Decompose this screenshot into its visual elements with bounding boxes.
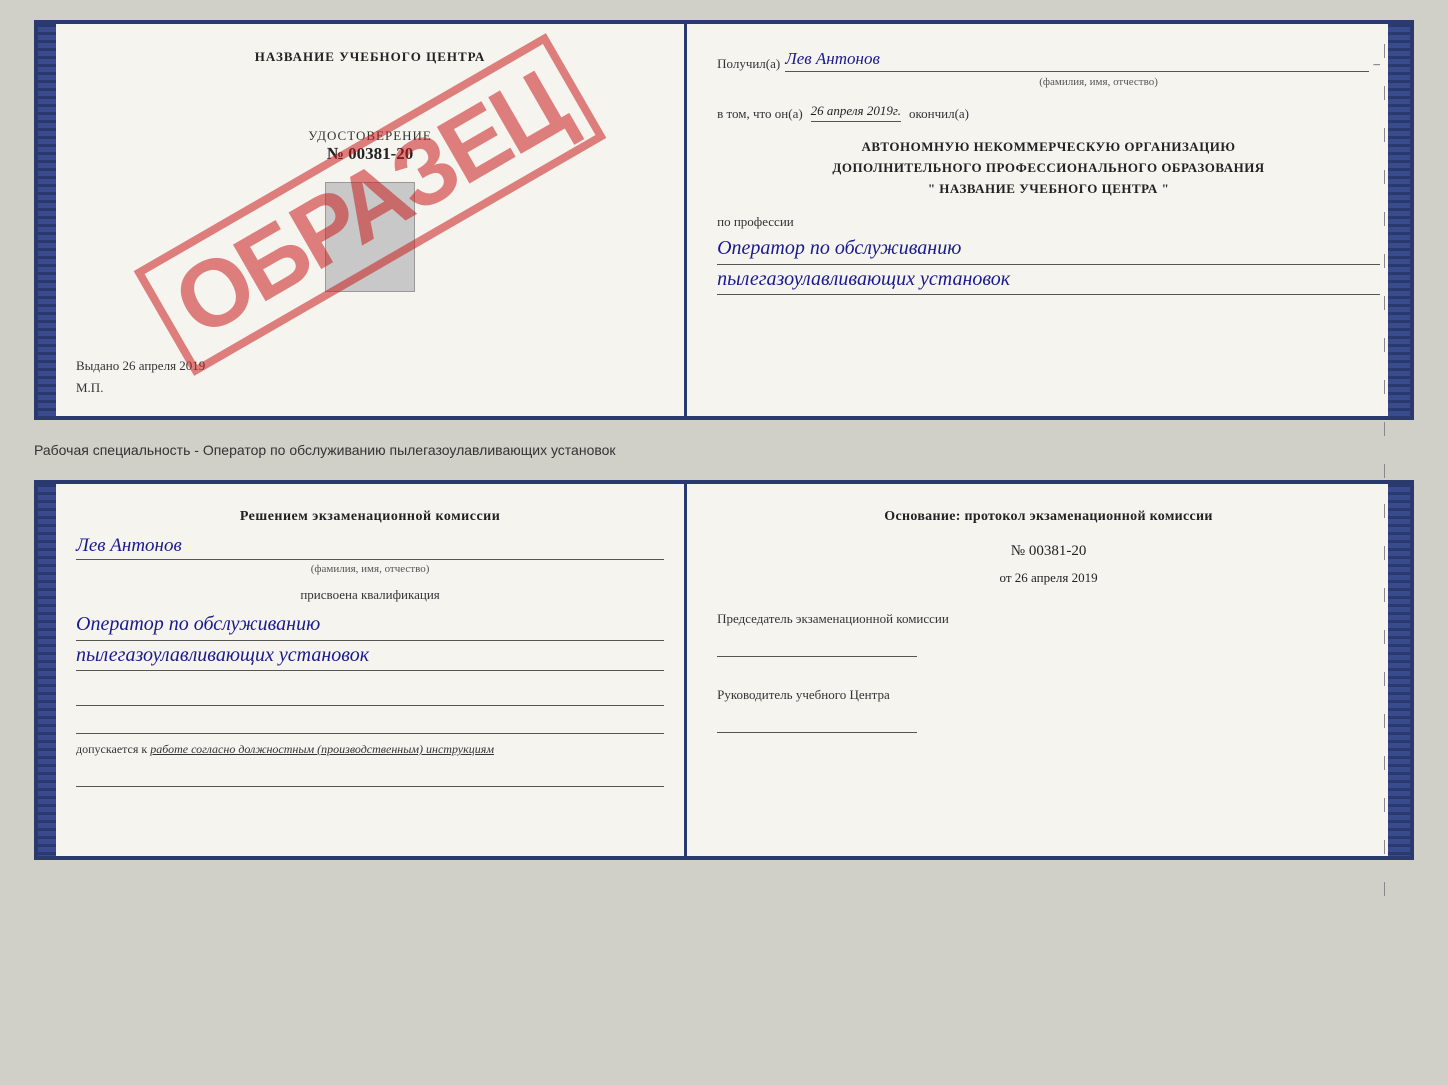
blank-line-3 [76, 767, 664, 787]
org-line2: ДОПОЛНИТЕЛЬНОГО ПРОФЕССИОНАЛЬНОГО ОБРАЗО… [717, 158, 1380, 179]
date-prefix: в том, что он(а) [717, 106, 803, 122]
side-line-5 [1384, 212, 1385, 226]
recipient-line: Получил(а) Лев Антонов – [717, 49, 1380, 72]
decision-title: Решением экзаменационной комиссии [76, 509, 664, 525]
osnov-title: Основание: протокол экзаменационной коми… [717, 509, 1380, 525]
side-line-11 [1384, 464, 1385, 478]
decision-name: Лев Антонов [76, 535, 664, 560]
допускается-text: допускается к работе согласно должностны… [76, 742, 664, 757]
dipl-side-line-7 [1384, 756, 1385, 770]
issued-label: Выдано [76, 358, 119, 373]
dipl-side-line-5 [1384, 672, 1385, 686]
blank-line-1 [76, 686, 664, 706]
protocol-date-prefix: от [1000, 570, 1012, 585]
org-line1: АВТОНОМНУЮ НЕКОММЕРЧЕСКУЮ ОРГАНИЗАЦИЮ [717, 137, 1380, 158]
dipl-left-page: Решением экзаменационной комиссии Лев Ан… [56, 484, 687, 856]
recipient-label: Получил(а) [717, 56, 780, 72]
side-line-9 [1384, 380, 1385, 394]
cert-spine-left [38, 24, 56, 416]
cert-date-value: 26 апреля 2019г. [811, 103, 901, 122]
head-signature-line [717, 708, 917, 733]
cert-right-page: Получил(а) Лев Антонов – (фамилия, имя, … [687, 24, 1410, 416]
dipl-right-edge [1388, 484, 1410, 856]
dipl-side-line-4 [1384, 630, 1385, 644]
profession-name-line2: пылегазоулавливающих установок [717, 268, 1380, 295]
blank-line-2 [76, 714, 664, 734]
qual-name-line1: Оператор по обслуживанию [76, 611, 664, 641]
protocol-number: № 00381-20 [717, 543, 1380, 560]
qualification-text: присвоена квалификация [76, 587, 664, 603]
protocol-date: от 26 апреля 2019 [717, 570, 1380, 586]
dipl-right-page: Основание: протокол экзаменационной коми… [687, 484, 1410, 856]
dipl-side-line-8 [1384, 798, 1385, 812]
dipl-side-lines [1384, 504, 1385, 896]
profession-label: по профессии [717, 214, 1380, 230]
допускается-detail: работе согласно должностным (производств… [150, 742, 494, 756]
dipl-side-line-6 [1384, 714, 1385, 728]
diploma-book: Решением экзаменационной комиссии Лев Ан… [34, 480, 1414, 860]
qual-name-line2: пылегазоулавливающих установок [76, 644, 664, 671]
side-line-4 [1384, 170, 1385, 184]
document-container: НАЗВАНИЕ УЧЕБНОГО ЦЕНТРА ОБРАЗЕЦ УДОСТОВ… [34, 20, 1414, 860]
head-block: Руководитель учебного Центра [717, 687, 1380, 733]
head-label: Руководитель учебного Центра [717, 687, 1380, 703]
cert-side-lines [1384, 44, 1385, 478]
chairman-block: Председатель экзаменационной комиссии [717, 611, 1380, 657]
dipl-side-line-1 [1384, 504, 1385, 518]
date-suffix: окончил(а) [909, 106, 969, 122]
cert-left-page: НАЗВАНИЕ УЧЕБНОГО ЦЕНТРА ОБРАЗЕЦ УДОСТОВ… [56, 24, 687, 416]
chairman-label: Председатель экзаменационной комиссии [717, 611, 1380, 627]
cert-right-edge [1388, 24, 1410, 416]
side-line-6 [1384, 254, 1385, 268]
cert-issued: Выдано 26 апреля 2019 [76, 348, 664, 374]
dipl-spine-left [38, 484, 56, 856]
dipl-side-line-3 [1384, 588, 1385, 602]
side-line-8 [1384, 338, 1385, 352]
obrazets-stamp: ОБРАЗЕЦ [86, 90, 654, 318]
org-line3: " НАЗВАНИЕ УЧЕБНОГО ЦЕНТРА " [717, 179, 1380, 200]
side-line-10 [1384, 422, 1385, 436]
specialty-label: Рабочая специальность - Оператор по обсл… [34, 438, 1414, 462]
dipl-side-line-2 [1384, 546, 1385, 560]
chairman-signature-line [717, 632, 917, 657]
recipient-subtitle: (фамилия, имя, отчество) [817, 76, 1380, 88]
profession-name-line1: Оператор по обслуживанию [717, 235, 1380, 265]
recipient-name: Лев Антонов [785, 49, 1368, 72]
допускается-label: допускается к [76, 742, 147, 756]
stamp-text: ОБРАЗЕЦ [134, 33, 607, 376]
stamp-area: ОБРАЗЕЦ УДОСТОВЕРЕНИЕ № 00381-20 [76, 80, 664, 348]
org-block: АВТОНОМНУЮ НЕКОММЕРЧЕСКУЮ ОРГАНИЗАЦИЮ ДО… [717, 137, 1380, 199]
cert-mp: М.П. [76, 380, 664, 396]
recipient-dash: – [1374, 56, 1381, 72]
cert-school-title: НАЗВАНИЕ УЧЕБНОГО ЦЕНТРА [76, 49, 664, 65]
certificate-book: НАЗВАНИЕ УЧЕБНОГО ЦЕНТРА ОБРАЗЕЦ УДОСТОВ… [34, 20, 1414, 420]
dipl-side-line-10 [1384, 882, 1385, 896]
side-line-2 [1384, 86, 1385, 100]
side-line-7 [1384, 296, 1385, 310]
date-line: в том, что он(а) 26 апреля 2019г. окончи… [717, 103, 1380, 122]
side-line-1 [1384, 44, 1385, 58]
protocol-date-value: 26 апреля 2019 [1015, 570, 1098, 585]
fio-subtitle: (фамилия, имя, отчество) [76, 563, 664, 575]
side-line-3 [1384, 128, 1385, 142]
dipl-side-line-9 [1384, 840, 1385, 854]
